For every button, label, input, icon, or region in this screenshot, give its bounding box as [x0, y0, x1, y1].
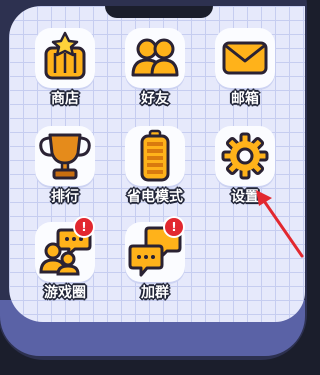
join-group-tile[interactable]: !	[125, 216, 185, 282]
mail-app[interactable]: 邮箱	[210, 28, 280, 120]
mail-tile[interactable]	[215, 28, 275, 88]
notch	[105, 6, 213, 18]
game-circle-tile[interactable]: !	[35, 216, 95, 282]
join-group-app[interactable]: ! 加群	[120, 216, 190, 314]
power-saving-app[interactable]: 省电模式	[120, 126, 190, 218]
app-menu-screen: 商店 好友 邮箱 排行 省电模式 设置 ! 游戏圈 ! 加群	[9, 6, 305, 322]
trophy-icon	[39, 133, 91, 180]
annotation-arrow	[256, 190, 304, 258]
mail-label: 邮箱	[231, 91, 259, 107]
gear-icon	[221, 132, 269, 180]
notification-badge: !	[73, 216, 95, 238]
game-circle-app[interactable]: ! 游戏圈	[30, 216, 100, 314]
friends-tile[interactable]	[125, 28, 185, 88]
friends-icon	[131, 38, 179, 77]
shop-app[interactable]: 商店	[30, 28, 100, 120]
mail-icon	[222, 41, 268, 75]
notification-badge: !	[163, 216, 185, 238]
battery-icon	[140, 129, 170, 182]
leaderboard-tile[interactable]	[35, 126, 95, 186]
shop-icon	[44, 31, 86, 80]
join-group-label: 加群	[141, 285, 169, 301]
leaderboard-app[interactable]: 排行	[30, 126, 100, 218]
settings-tile[interactable]	[215, 126, 275, 186]
power-saving-tile[interactable]	[125, 126, 185, 186]
friends-app[interactable]: 好友	[120, 28, 190, 120]
shop-tile[interactable]	[35, 28, 95, 88]
